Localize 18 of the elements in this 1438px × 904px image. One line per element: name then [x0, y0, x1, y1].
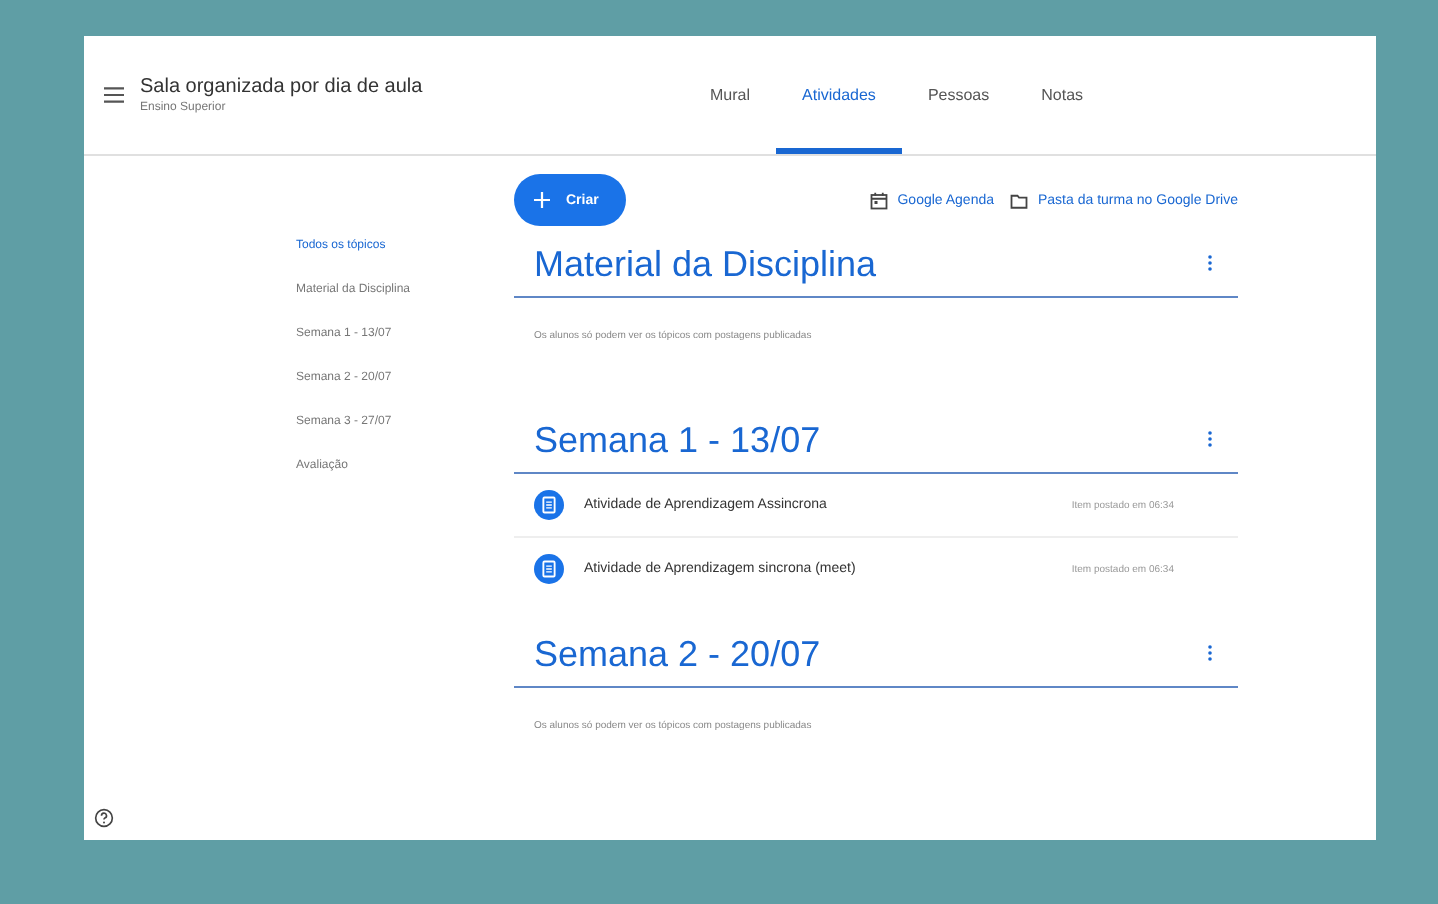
plus-icon [534, 192, 550, 208]
assignment-icon [534, 554, 564, 584]
menu-icon[interactable] [104, 86, 124, 104]
tab[interactable]: Notas [1015, 36, 1110, 154]
calendar-icon[interactable] [869, 191, 888, 209]
topic-title: Material da Disciplina [534, 244, 877, 284]
more-options-icon[interactable] [1206, 254, 1214, 272]
assignment-icon [534, 490, 564, 520]
class-title: Sala organizada por dia de aula [140, 76, 423, 98]
folder-icon[interactable] [1010, 191, 1028, 209]
help-icon[interactable] [94, 808, 114, 828]
more-options-icon[interactable] [1206, 644, 1214, 662]
tab[interactable]: Mural [684, 36, 777, 154]
more-options-icon[interactable] [1206, 430, 1214, 448]
topic-title: Semana 1 - 13/07 [534, 420, 821, 460]
tab[interactable]: Atividades [776, 36, 902, 154]
topic-title: Semana 2 - 20/07 [534, 634, 821, 674]
tab[interactable]: Pessoas [901, 36, 1016, 154]
